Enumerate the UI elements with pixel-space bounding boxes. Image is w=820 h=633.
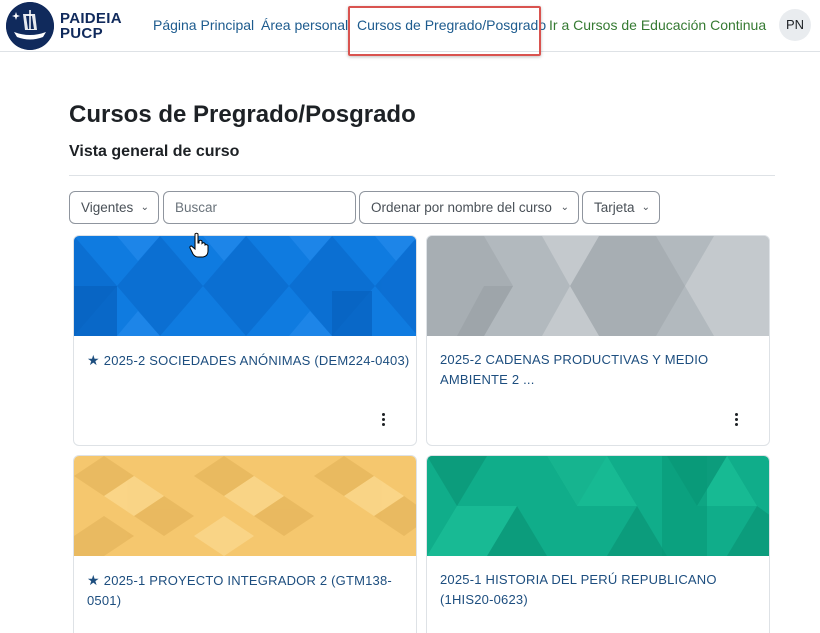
course-card[interactable]: ★ 2025-2 SOCIEDADES ANÓNIMAS (DEM224-0403… xyxy=(73,235,417,446)
course-title[interactable]: 2025-2 CADENAS PRODUCTIVAS Y MEDIO AMBIE… xyxy=(440,350,769,390)
course-title-text: 2025-2 SOCIEDADES ANÓNIMAS (DEM224-0403) xyxy=(103,353,410,368)
brand-name: PAIDEIA PUCP xyxy=(60,11,122,41)
more-actions-icon[interactable] xyxy=(730,411,742,429)
nav-courses-highlight xyxy=(348,6,541,56)
section-title: Vista general de curso xyxy=(69,143,240,160)
divider xyxy=(69,175,775,176)
course-title[interactable]: 2025-1 HISTORIA DEL PERÚ REPUBLICANO (1H… xyxy=(440,570,760,610)
sort-dropdown[interactable]: Ordenar por nombre del curso ⌄ xyxy=(359,191,579,224)
brand-line2: PUCP xyxy=(60,25,103,42)
paideia-logo[interactable]: PAIDEIA PUCP xyxy=(6,2,122,50)
nav-continuing-education-link[interactable]: Ir a Cursos de Educación Continua xyxy=(549,17,766,33)
course-image xyxy=(74,236,416,336)
course-image xyxy=(74,456,416,556)
star-icon: ★ xyxy=(87,352,100,368)
more-actions-icon[interactable] xyxy=(377,411,389,429)
page-title: Cursos de Pregrado/Posgrado xyxy=(69,101,416,128)
view-label: Tarjeta xyxy=(594,200,635,215)
hand-pointer-icon xyxy=(189,232,209,258)
chevron-down-icon: ⌄ xyxy=(641,202,650,213)
logo-emblem-icon xyxy=(6,2,54,50)
sort-label: Ordenar por nombre del curso xyxy=(371,200,552,215)
course-image xyxy=(427,236,769,336)
course-image xyxy=(427,456,769,556)
course-title[interactable]: ★ 2025-1 PROYECTO INTEGRADOR 2 (GTM138-05… xyxy=(87,570,416,611)
search-input[interactable]: Buscar xyxy=(163,191,356,224)
course-card[interactable]: 2025-2 CADENAS PRODUCTIVAS Y MEDIO AMBIE… xyxy=(426,235,770,446)
user-avatar[interactable]: PN xyxy=(779,9,811,41)
nav-personal-link[interactable]: Área personal xyxy=(261,17,348,33)
view-dropdown[interactable]: Tarjeta ⌄ xyxy=(582,191,660,224)
star-icon: ★ xyxy=(87,572,100,588)
search-placeholder: Buscar xyxy=(175,200,218,215)
course-title-text: 2025-1 PROYECTO INTEGRADOR 2 (GTM138-050… xyxy=(87,573,392,608)
status-filter-label: Vigentes xyxy=(81,200,134,215)
status-filter-dropdown[interactable]: Vigentes ⌄ xyxy=(69,191,159,224)
course-title[interactable]: ★ 2025-2 SOCIEDADES ANÓNIMAS (DEM224-0403… xyxy=(87,350,416,371)
nav-home-link[interactable]: Página Principal xyxy=(153,17,254,33)
brand-line1: PAIDEIA xyxy=(60,10,122,27)
course-card[interactable]: ★ 2025-1 PROYECTO INTEGRADOR 2 (GTM138-05… xyxy=(73,455,417,633)
chevron-down-icon: ⌄ xyxy=(560,202,569,213)
chevron-down-icon: ⌄ xyxy=(140,202,149,213)
course-card[interactable]: 2025-1 HISTORIA DEL PERÚ REPUBLICANO (1H… xyxy=(426,455,770,633)
